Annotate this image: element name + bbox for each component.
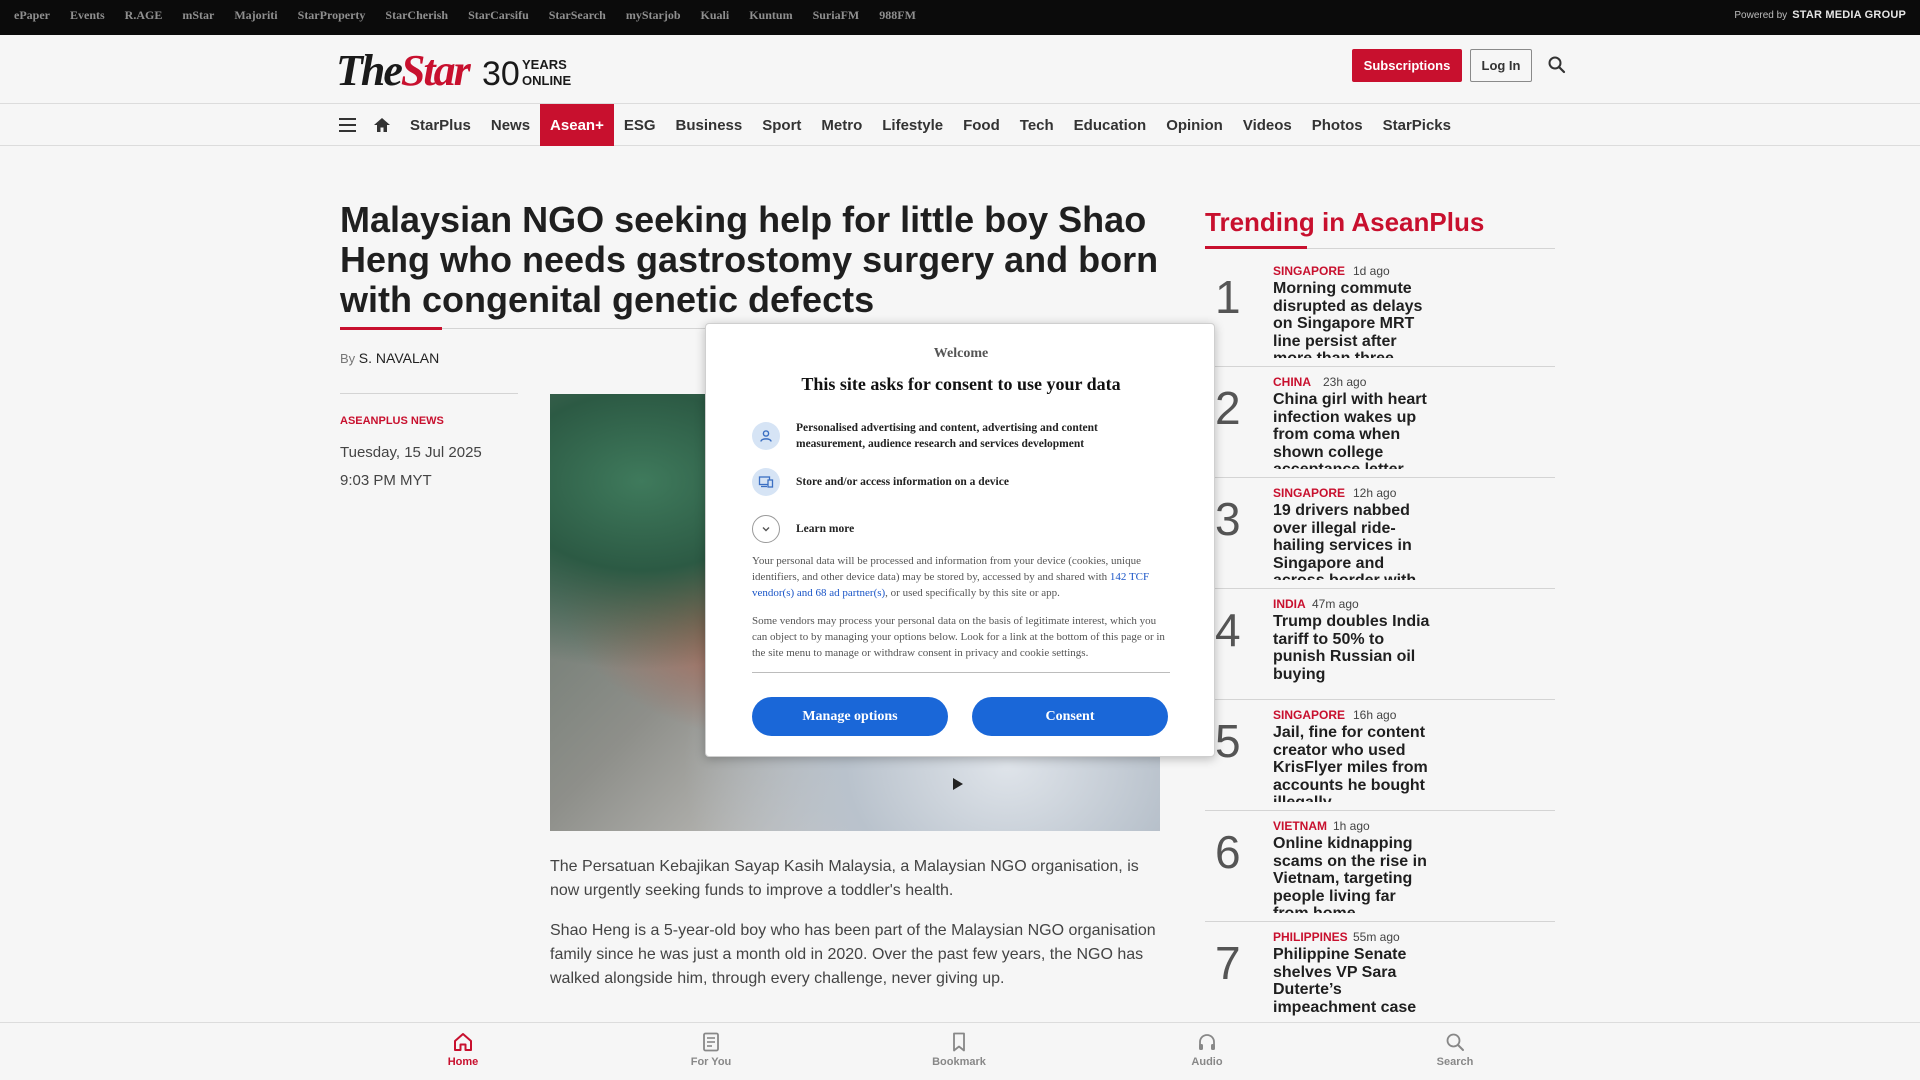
consent-divider bbox=[752, 672, 1170, 673]
consent-purpose-advertising: Personalised advertising and content, ad… bbox=[752, 420, 1166, 452]
purpose-text: Personalised advertising and content, ad… bbox=[796, 422, 1098, 450]
purpose-text: Store and/or access information on a dev… bbox=[796, 476, 1009, 488]
body-text: Your personal data will be processed and… bbox=[752, 555, 1141, 583]
consent-overlay: Welcome This site asks for consent to us… bbox=[0, 0, 1920, 1080]
learn-more-toggle[interactable]: Learn more bbox=[752, 515, 1166, 543]
devices-icon bbox=[752, 468, 780, 496]
consent-dialog: Welcome This site asks for consent to us… bbox=[705, 323, 1215, 757]
consent-body-vendors: Your personal data will be processed and… bbox=[752, 553, 1172, 601]
learn-more-label[interactable]: Learn more bbox=[796, 521, 1166, 537]
body-text: , or used specifically by this site or a… bbox=[885, 587, 1060, 599]
consent-purpose-storage: Store and/or access information on a dev… bbox=[752, 468, 1166, 496]
chevron-down-icon[interactable] bbox=[752, 515, 780, 543]
person-icon bbox=[752, 422, 780, 450]
consent-body-legitimate-interest: Some vendors may process your personal d… bbox=[752, 615, 1165, 659]
consent-button[interactable]: Consent bbox=[972, 697, 1168, 736]
consent-welcome: Welcome bbox=[933, 346, 989, 361]
consent-title: This site asks for consent to use your d… bbox=[801, 374, 1121, 394]
manage-options-button[interactable]: Manage options bbox=[752, 697, 948, 736]
